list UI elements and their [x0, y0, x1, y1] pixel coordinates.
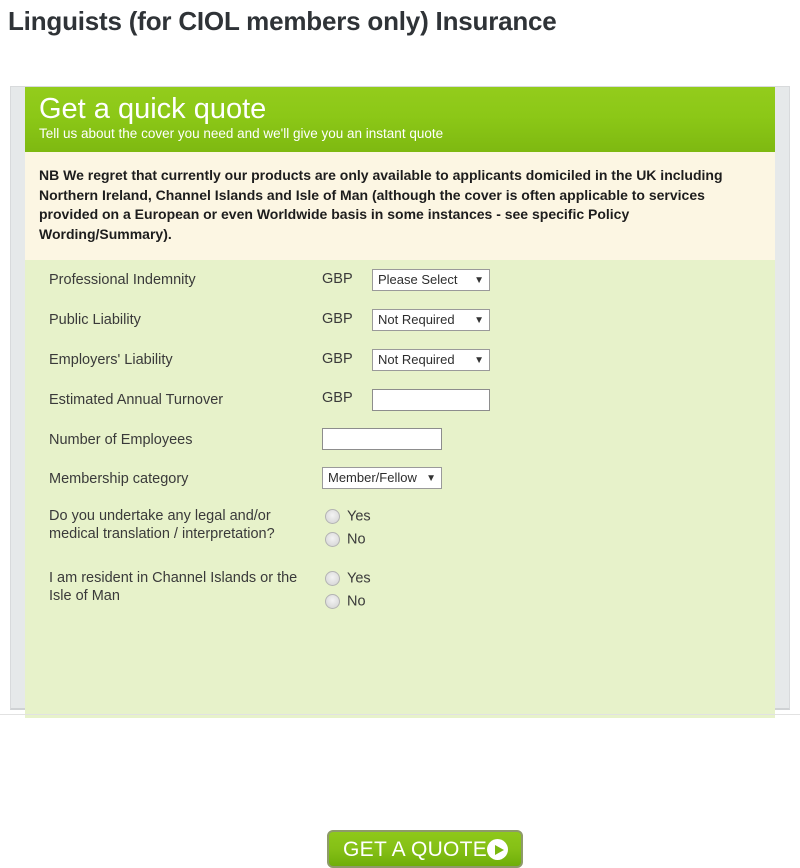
- play-circle-icon: [487, 839, 508, 860]
- notice-banner: NB We regret that currently our products…: [25, 152, 775, 260]
- label-residency-line2: Isle of Man: [49, 588, 120, 604]
- label-number-of-employees: Number of Employees: [49, 432, 193, 448]
- label-legal-medical-line2: medical translation / interpretation?: [49, 526, 275, 542]
- page-root: Linguists (for CIOL members only) Insura…: [0, 0, 800, 868]
- chevron-down-icon: ▼: [426, 473, 436, 484]
- form-row-public-liability: Public Liability GBP Not Required ▼: [25, 300, 775, 340]
- select-value-professional-indemnity: Please Select: [378, 272, 458, 287]
- page-title: Linguists (for CIOL members only) Insura…: [8, 6, 557, 36]
- radio-option-legal-medical-no[interactable]: No: [325, 528, 371, 551]
- currency-label-employers-liability: GBP: [322, 351, 353, 367]
- quick-quote-card: Get a quick quote Tell us about the cove…: [10, 86, 790, 868]
- form-row-professional-indemnity: Professional Indemnity GBP Please Select…: [25, 260, 775, 300]
- radio-label-legal-medical-yes: Yes: [347, 508, 371, 525]
- label-estimated-annual-turnover: Estimated Annual Turnover: [49, 392, 224, 408]
- quote-header-banner: Get a quick quote Tell us about the cove…: [25, 87, 775, 152]
- form-row-residency-question: I am resident in Channel Islands or the …: [25, 560, 775, 622]
- quote-header-title: Get a quick quote: [39, 93, 267, 125]
- label-membership-category: Membership category: [49, 471, 189, 487]
- radio-button-icon[interactable]: [325, 571, 340, 587]
- currency-label-public-liability: GBP: [322, 311, 353, 327]
- label-residency-question: I am resident in Channel Islands or the …: [49, 569, 297, 605]
- get-a-quote-button[interactable]: GET A QUOTE: [327, 830, 523, 868]
- label-legal-medical-line1: Do you undertake any legal and/or: [49, 508, 271, 524]
- radio-button-icon[interactable]: [325, 532, 340, 548]
- form-row-membership-category: Membership category Member/Fellow ▼: [25, 460, 775, 498]
- radio-group-residency: Yes No: [325, 567, 371, 613]
- label-legal-medical-question: Do you undertake any legal and/or medica…: [49, 507, 275, 543]
- radio-option-residency-no[interactable]: No: [325, 590, 371, 613]
- chevron-down-icon: ▼: [474, 355, 484, 366]
- currency-label-professional-indemnity: GBP: [322, 271, 353, 287]
- radio-option-legal-medical-yes[interactable]: Yes: [325, 505, 371, 528]
- page-footer-divider: [0, 714, 800, 715]
- select-value-public-liability: Not Required: [378, 312, 455, 327]
- select-employers-liability[interactable]: Not Required ▼: [372, 349, 490, 371]
- radio-label-residency-no: No: [347, 593, 366, 610]
- input-number-of-employees[interactable]: [322, 428, 442, 450]
- label-public-liability: Public Liability: [49, 312, 141, 328]
- radio-button-icon[interactable]: [325, 509, 340, 525]
- form-row-number-of-employees: Number of Employees: [25, 420, 775, 460]
- form-row-employers-liability: Employers' Liability GBP Not Required ▼: [25, 340, 775, 380]
- chevron-down-icon: ▼: [474, 315, 484, 326]
- radio-label-residency-yes: Yes: [347, 570, 371, 587]
- radio-button-icon[interactable]: [325, 594, 340, 610]
- quick-quote-card-inner: Get a quick quote Tell us about the cove…: [25, 87, 775, 868]
- chevron-down-icon: ▼: [474, 275, 484, 286]
- select-public-liability[interactable]: Not Required ▼: [372, 309, 490, 331]
- notice-text: NB We regret that currently our products…: [39, 167, 723, 242]
- form-row-estimated-annual-turnover: Estimated Annual Turnover GBP: [25, 380, 775, 420]
- select-membership-category[interactable]: Member/Fellow ▼: [322, 467, 442, 489]
- label-employers-liability: Employers' Liability: [49, 352, 173, 368]
- get-a-quote-button-label: GET A QUOTE: [343, 838, 488, 861]
- select-value-employers-liability: Not Required: [378, 352, 455, 367]
- radio-group-legal-medical: Yes No: [325, 505, 371, 551]
- label-professional-indemnity: Professional Indemnity: [49, 272, 196, 288]
- radio-option-residency-yes[interactable]: Yes: [325, 567, 371, 590]
- input-estimated-annual-turnover[interactable]: [372, 389, 490, 411]
- quote-form: Professional Indemnity GBP Please Select…: [25, 260, 775, 868]
- form-row-legal-medical-question: Do you undertake any legal and/or medica…: [25, 498, 775, 560]
- quote-header-subtitle: Tell us about the cover you need and we'…: [39, 126, 444, 141]
- radio-label-legal-medical-no: No: [347, 531, 366, 548]
- label-residency-line1: I am resident in Channel Islands or the: [49, 570, 298, 586]
- select-value-membership-category: Member/Fellow: [328, 470, 417, 485]
- select-professional-indemnity[interactable]: Please Select ▼: [372, 269, 490, 291]
- currency-label-estimated-annual-turnover: GBP: [322, 390, 353, 406]
